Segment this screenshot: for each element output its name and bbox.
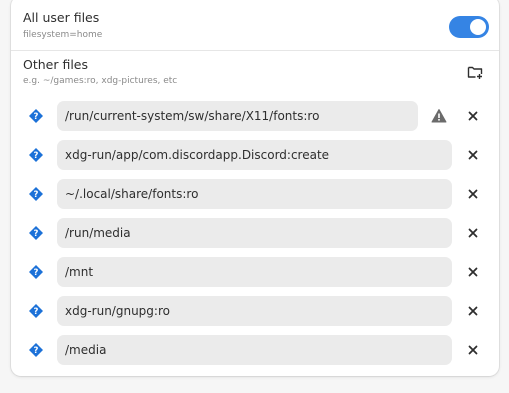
path-input[interactable]: /media	[57, 335, 452, 365]
file-entry-row: ? /run/current-system/sw/share/X11/fonts:…	[11, 101, 499, 131]
toggle-knob	[470, 19, 486, 35]
close-icon[interactable]	[463, 301, 483, 321]
all-user-files-subtitle: filesystem=home	[23, 30, 103, 40]
path-input[interactable]: xdg-run/gnupg:ro	[57, 296, 452, 326]
close-icon[interactable]	[463, 106, 483, 126]
other-files-title: Other files	[23, 57, 89, 72]
svg-text:?: ?	[34, 307, 39, 317]
help-diamond-icon[interactable]: ?	[28, 225, 44, 241]
path-input[interactable]: /run/current-system/sw/share/X11/fonts:r…	[57, 101, 418, 131]
svg-text:?: ?	[34, 151, 39, 161]
close-icon[interactable]	[463, 145, 483, 165]
all-user-files-toggle[interactable]	[449, 16, 489, 38]
svg-text:?: ?	[34, 268, 39, 278]
help-diamond-icon[interactable]: ?	[28, 108, 44, 124]
other-files-row: Other files e.g. ~/games:ro, xdg-picture…	[11, 51, 499, 91]
svg-text:?: ?	[34, 229, 39, 239]
path-input[interactable]: /run/media	[57, 218, 452, 248]
help-diamond-icon[interactable]: ?	[28, 264, 44, 280]
svg-text:?: ?	[34, 190, 39, 200]
file-entry-row: ? xdg-run/app/com.discordapp.Discord:crea…	[11, 140, 499, 170]
help-diamond-icon[interactable]: ?	[28, 342, 44, 358]
warning-triangle-icon	[431, 108, 447, 124]
close-icon[interactable]	[463, 340, 483, 360]
help-diamond-icon[interactable]: ?	[28, 186, 44, 202]
file-entry-row: ? /mnt	[11, 257, 499, 287]
file-entry-row: ? ~/.local/share/fonts:ro	[11, 179, 499, 209]
svg-text:?: ?	[34, 112, 39, 122]
folder-add-icon[interactable]	[465, 62, 485, 82]
all-user-files-title: All user files	[23, 10, 100, 25]
close-icon[interactable]	[463, 223, 483, 243]
path-input[interactable]: ~/.local/share/fonts:ro	[57, 179, 452, 209]
path-input[interactable]: xdg-run/app/com.discordapp.Discord:creat…	[57, 140, 452, 170]
filesystem-card: All user files filesystem=home Other fil…	[11, 0, 499, 376]
close-icon[interactable]	[463, 262, 483, 282]
file-entry-row: ? /run/media	[11, 218, 499, 248]
file-entry-row: ? xdg-run/gnupg:ro	[11, 296, 499, 326]
help-diamond-icon[interactable]: ?	[28, 303, 44, 319]
other-files-subtitle: e.g. ~/games:ro, xdg-pictures, etc	[23, 76, 178, 86]
svg-text:?: ?	[34, 346, 39, 356]
all-user-files-row: All user files filesystem=home	[11, 0, 499, 51]
path-input[interactable]: /mnt	[57, 257, 452, 287]
close-icon[interactable]	[463, 184, 483, 204]
file-entry-row: ? /media	[11, 335, 499, 365]
help-diamond-icon[interactable]: ?	[28, 147, 44, 163]
